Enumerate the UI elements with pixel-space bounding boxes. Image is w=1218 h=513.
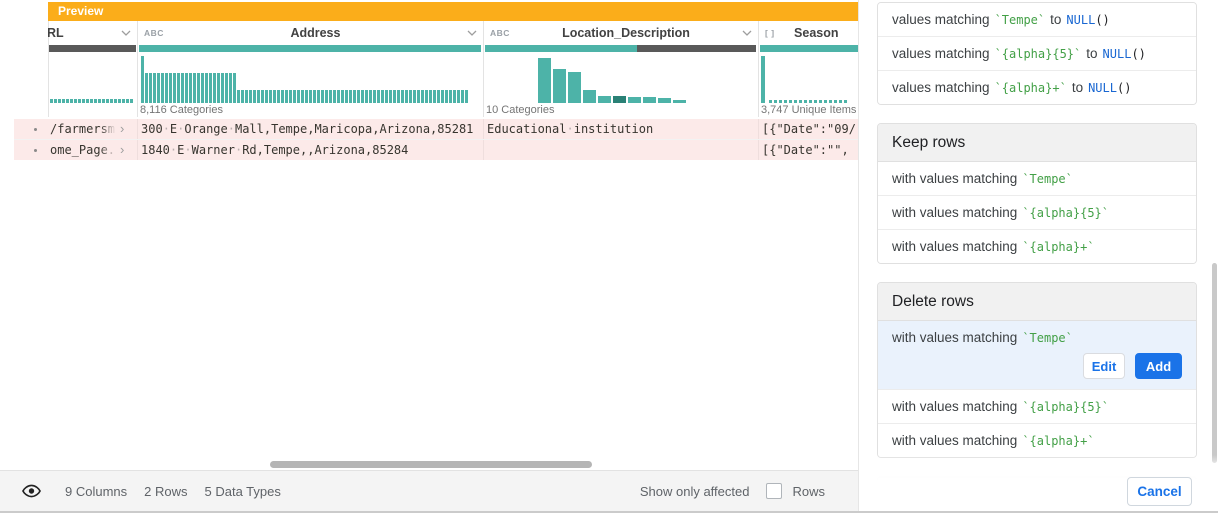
suggestion-pattern: `Tempe` [1022, 171, 1073, 186]
suggestion-text: with values matching [892, 239, 1018, 254]
rows-toggle-label: Rows [792, 483, 825, 499]
suggestion-item[interactable]: with values matching `Tempe` [878, 162, 1196, 195]
quality-bar-address[interactable] [139, 45, 481, 52]
suggestion-text: with values matching [892, 205, 1018, 220]
horizontal-scrollbar-thumb[interactable] [270, 461, 592, 468]
quality-bar-season[interactable] [760, 45, 858, 52]
suggestion-pattern: `{alpha}{5}` [994, 46, 1082, 61]
column-name: Location_Description [562, 26, 690, 40]
column-header-season[interactable]: [ ] Season [758, 21, 858, 45]
data-types-count: 5 Data Types [204, 483, 281, 499]
suggestion-text: values matching [892, 46, 990, 61]
cell-text: ome_Page.h [50, 143, 116, 157]
suggestion-text: values matching [892, 80, 990, 95]
suggestion-item-selected[interactable]: with values matching `Tempe` Edit Add [878, 321, 1196, 389]
suggestion-item[interactable]: values matching `{alpha}{5}` to NULL () [878, 36, 1196, 70]
suggestion-text: with values matching [892, 330, 1018, 345]
row-marker-dot [34, 149, 37, 152]
add-button[interactable]: Add [1135, 353, 1182, 379]
quality-bar-url[interactable] [49, 45, 136, 52]
suggestion-function: NULL [1066, 12, 1096, 27]
cell-season[interactable]: [{"Date":"", [762, 140, 858, 160]
suggestion-pattern: `{alpha}+` [994, 80, 1067, 95]
chevron-down-icon[interactable] [121, 30, 131, 36]
suggestion-function: NULL [1102, 46, 1132, 61]
histogram-label: 10 Categories [486, 104, 555, 116]
histogram-location-description[interactable] [483, 53, 758, 103]
suggestion-pattern: `{alpha}+` [1022, 433, 1095, 448]
suggestion-item[interactable]: with values matching `{alpha}{5}` [878, 389, 1196, 423]
table-row[interactable]: ome_Page.h › 1840·E·Warner·Rd,Tempe,,Ari… [14, 140, 858, 160]
string-type-icon: ABC [144, 28, 164, 38]
histogram-label: 3,747 Unique Items [761, 104, 857, 116]
suggestion-pattern: `{alpha}{5}` [1022, 399, 1110, 414]
suggestion-text: values matching [892, 12, 990, 27]
table-row[interactable]: /farmersma › 300·E·Orange·Mall,Tempe,Mar… [14, 119, 858, 139]
suggestion-pattern: `{alpha}+` [1022, 239, 1095, 254]
suggestion-item[interactable]: with values matching `{alpha}{5}` [878, 195, 1196, 229]
cell-season[interactable]: [{"Date":"09/ [762, 119, 858, 139]
histogram-season[interactable] [758, 53, 858, 103]
preview-eye-icon[interactable] [22, 484, 41, 498]
histogram-address[interactable] [137, 53, 483, 103]
cancel-button[interactable]: Cancel [1127, 477, 1192, 506]
suggestion-text: with values matching [892, 171, 1018, 186]
suggestion-item[interactable]: with values matching `{alpha}+` [878, 423, 1196, 457]
column-name: Season [794, 26, 839, 40]
suggestion-pattern: `Tempe` [994, 12, 1046, 27]
column-name: Address [290, 26, 341, 40]
suggestion-text: with values matching [892, 433, 1018, 448]
suggestion-text: to [1086, 46, 1098, 61]
column-name: URL [48, 26, 64, 40]
suggestion-parens: () [1131, 46, 1146, 61]
suggestion-pattern: `Tempe` [1022, 330, 1073, 345]
suggestions-panel: values matching `Tempe` to NULL () value… [858, 0, 1218, 513]
edit-button[interactable]: Edit [1083, 353, 1125, 379]
column-header-address[interactable]: ABC Address [137, 21, 483, 45]
data-wrangler-preview-screen: Preview URL ABC Address 8,116 Categories [0, 0, 1218, 513]
preview-footer: 9 Columns 2 Rows 5 Data Types Show only … [0, 470, 858, 511]
expand-row-chevron-icon[interactable]: › [120, 140, 124, 160]
suggestion-text: to [1071, 80, 1084, 95]
suggestion-parens: () [1095, 12, 1110, 27]
quality-bar-location-description[interactable] [485, 45, 756, 52]
suggestion-card-set-values: values matching `Tempe` to NULL () value… [877, 2, 1197, 105]
string-type-icon: ABC [490, 28, 510, 38]
column-header-location-description[interactable]: ABC Location_Description [483, 21, 758, 45]
suggestion-text: with values matching [892, 399, 1018, 414]
preview-banner: Preview [48, 2, 858, 21]
cell-address[interactable]: 1840·E·Warner·Rd,Tempe,,Arizona,85284 [141, 140, 408, 160]
suggestion-item[interactable]: values matching `{alpha}+` to NULL () [878, 70, 1196, 104]
histogram-label: 8,116 Categories [140, 104, 223, 116]
vertical-scrollbar-thumb[interactable] [1212, 263, 1217, 463]
cell-address[interactable]: 300·E·Orange·Mall,Tempe,Maricopa,Arizona… [141, 119, 473, 139]
suggestion-item[interactable]: with values matching `{alpha}+` [878, 229, 1196, 263]
suggestion-function: NULL [1088, 80, 1117, 95]
expand-row-chevron-icon[interactable]: › [120, 119, 124, 139]
column-header-url[interactable]: URL [48, 21, 137, 45]
suggestion-item[interactable]: values matching `Tempe` to NULL () [878, 3, 1196, 36]
suggestion-text: to [1050, 12, 1062, 27]
histogram-url[interactable] [48, 53, 137, 103]
row-marker-dot [34, 128, 37, 131]
card-title: Delete rows [878, 283, 1196, 321]
suggestion-pattern: `{alpha}{5}` [1022, 205, 1110, 220]
chevron-down-icon[interactable] [742, 30, 752, 36]
columns-count: 9 Columns [65, 483, 128, 499]
show-only-affected-label: Show only affected [639, 483, 750, 499]
suggestion-parens: () [1116, 80, 1132, 95]
cell-location-description[interactable]: Educational·institution [487, 119, 653, 139]
suggestion-card-keep-rows: Keep rows with values matching `Tempe` w… [877, 123, 1197, 264]
cell-url[interactable]: ome_Page.h [50, 140, 116, 160]
card-title: Keep rows [878, 124, 1196, 162]
suggestion-card-delete-rows: Delete rows with values matching `Tempe`… [877, 282, 1197, 458]
cell-text: /farmersma [50, 122, 116, 136]
array-type-icon: [ ] [765, 28, 775, 38]
cell-url[interactable]: /farmersma [50, 119, 116, 139]
show-only-affected-checkbox[interactable] [766, 483, 783, 499]
rows-count: 2 Rows [144, 483, 188, 499]
preview-pane: Preview URL ABC Address 8,116 Categories [0, 0, 858, 513]
chevron-down-icon[interactable] [467, 30, 477, 36]
